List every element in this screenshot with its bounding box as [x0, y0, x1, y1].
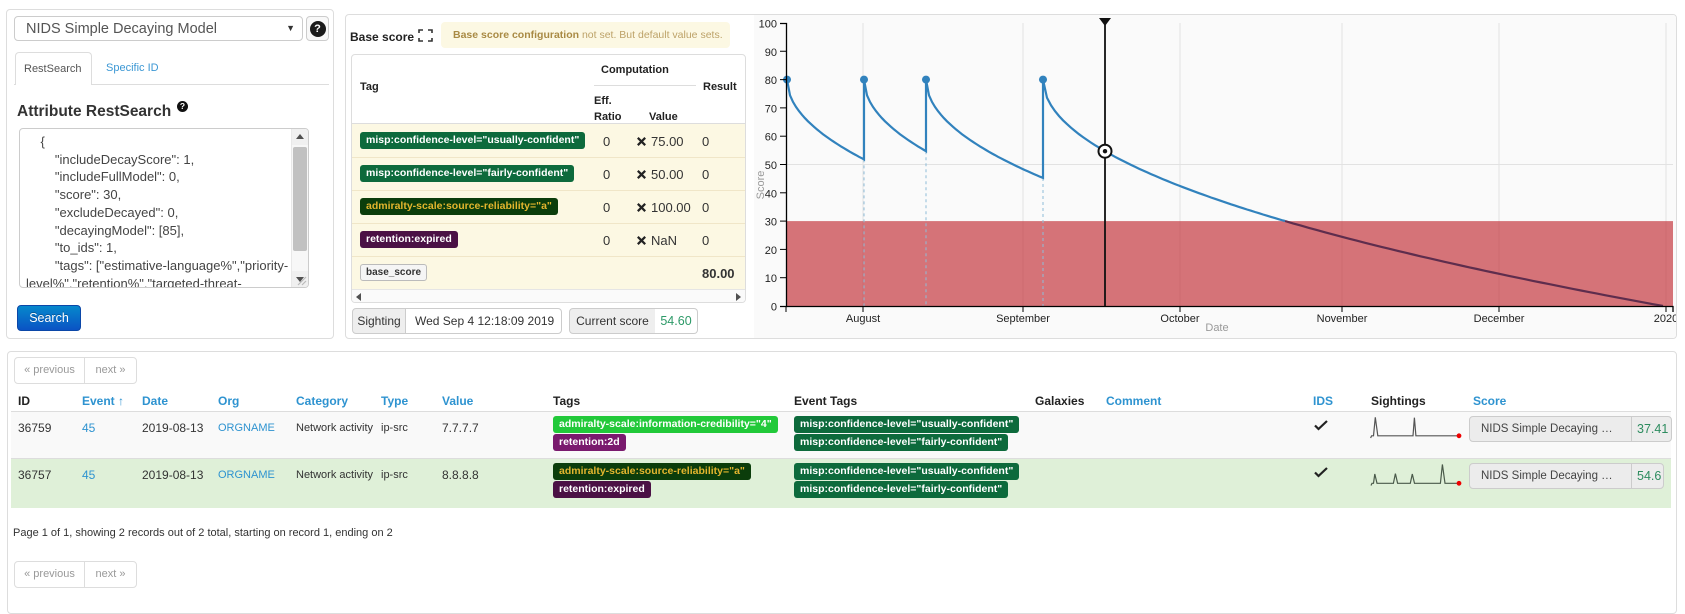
svg-text:December: December [1474, 313, 1525, 325]
svg-text:30: 30 [765, 217, 777, 229]
svg-text:Date: Date [1205, 322, 1228, 334]
svg-text:0: 0 [771, 302, 777, 314]
svg-text:60: 60 [765, 132, 777, 144]
svg-text:September: September [996, 313, 1050, 325]
svg-text:20: 20 [765, 245, 777, 257]
svg-text:2020: 2020 [1654, 313, 1677, 325]
svg-text:November: November [1317, 313, 1368, 325]
svg-text:50: 50 [765, 160, 777, 172]
svg-text:100: 100 [759, 19, 777, 31]
svg-text:August: August [846, 313, 880, 325]
svg-text:80: 80 [765, 75, 777, 87]
svg-text:70: 70 [765, 103, 777, 115]
svg-text:Score: Score [755, 171, 767, 200]
svg-text:90: 90 [765, 47, 777, 59]
svg-text:10: 10 [765, 273, 777, 285]
svg-text:October: October [1160, 313, 1199, 325]
